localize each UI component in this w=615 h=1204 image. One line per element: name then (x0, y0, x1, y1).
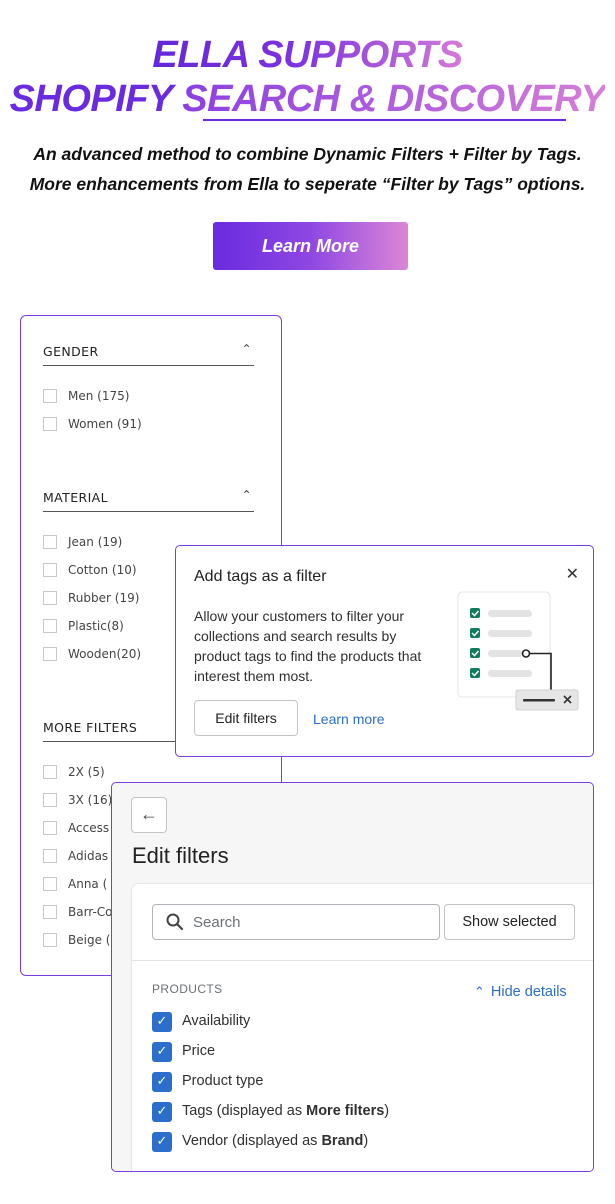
products-section-label: PRODUCTS (152, 982, 223, 996)
tag-card-title: Add tags as a filter (194, 568, 327, 585)
checkmark-icon[interactable]: ✓ (152, 1042, 172, 1062)
hero-heading-text2b: SEARCH & DISCOVERY (182, 78, 606, 120)
checkmark-icon[interactable]: ✓ (152, 1102, 172, 1122)
search-input[interactable]: Search (152, 904, 440, 940)
edit-filters-button[interactable]: Edit filters (194, 700, 298, 736)
hero-heading-line2: SHOPIFY SEARCH & DISCOVERY (0, 78, 615, 120)
checkbox[interactable] (43, 933, 57, 947)
hero-heading-text2a: SHOPIFY (9, 78, 183, 120)
checkbox[interactable] (43, 591, 57, 605)
tag-filter-illustration-icon (457, 591, 579, 711)
filter-section-gender-header[interactable]: GENDER ⌃ (43, 332, 254, 366)
checkbox[interactable] (43, 619, 57, 633)
checkmark-icon[interactable]: ✓ (152, 1132, 172, 1152)
divider (132, 960, 593, 961)
filter-section-title: MORE FILTERS (43, 720, 138, 735)
hero-subtitle-2: More enhancements from Ella to seperate … (29, 174, 586, 194)
checkbox[interactable] (43, 905, 57, 919)
checkbox[interactable] (43, 535, 57, 549)
back-arrow-icon[interactable]: ← (131, 797, 167, 833)
search-placeholder: Search (193, 914, 241, 931)
checkmark-icon[interactable]: ✓ (152, 1072, 172, 1092)
checkbox[interactable] (43, 417, 57, 431)
checkbox[interactable] (43, 821, 57, 835)
filter-label: Vendor (displayed as Brand) (182, 1133, 369, 1149)
add-tags-filter-card: Add tags as a filter ✕ Allow your custom… (175, 545, 594, 757)
checkbox[interactable] (43, 563, 57, 577)
checkbox[interactable] (43, 877, 57, 891)
chevron-up-icon: ⌃ (241, 488, 252, 502)
learn-more-link[interactable]: Learn more (313, 711, 385, 727)
checkbox[interactable] (43, 793, 57, 807)
chevron-up-icon: ⌃ (241, 342, 252, 356)
chevron-up-icon: ⌃ (474, 984, 485, 999)
hero-heading-line1: ELLA SUPPORTS (0, 34, 615, 76)
filter-section-title: MATERIAL (43, 490, 108, 505)
close-icon[interactable]: ✕ (566, 564, 579, 584)
hide-details-link[interactable]: ⌃ Hide details (474, 984, 567, 1000)
filters-card: Search Show selected PRODUCTS ⌃ Hide deta… (131, 883, 593, 1171)
hero-underline (203, 119, 566, 121)
filter-section-title: GENDER (43, 344, 99, 359)
learn-more-button[interactable]: Learn More (213, 222, 408, 270)
checkbox[interactable] (43, 765, 57, 779)
hero-subtitle-1: An advanced method to combine Dynamic Fi… (33, 144, 582, 164)
checkbox[interactable] (43, 849, 57, 863)
checkmark-icon[interactable]: ✓ (152, 1012, 172, 1032)
checkbox[interactable] (43, 389, 57, 403)
filter-section-material-header[interactable]: MATERIAL ⌃ (43, 478, 254, 512)
show-selected-button[interactable]: Show selected (444, 904, 575, 940)
edit-filters-panel: ← Edit filters Search Show selected PROD… (111, 782, 594, 1172)
checkbox[interactable] (43, 647, 57, 661)
hero-heading-text1: ELLA SUPPORTS (152, 34, 463, 76)
tag-card-description: Allow your customers to filter your coll… (194, 608, 422, 684)
filter-label: Tags (displayed as More filters) (182, 1103, 390, 1119)
search-icon (166, 913, 184, 931)
edit-filters-title: Edit filters (132, 843, 229, 868)
